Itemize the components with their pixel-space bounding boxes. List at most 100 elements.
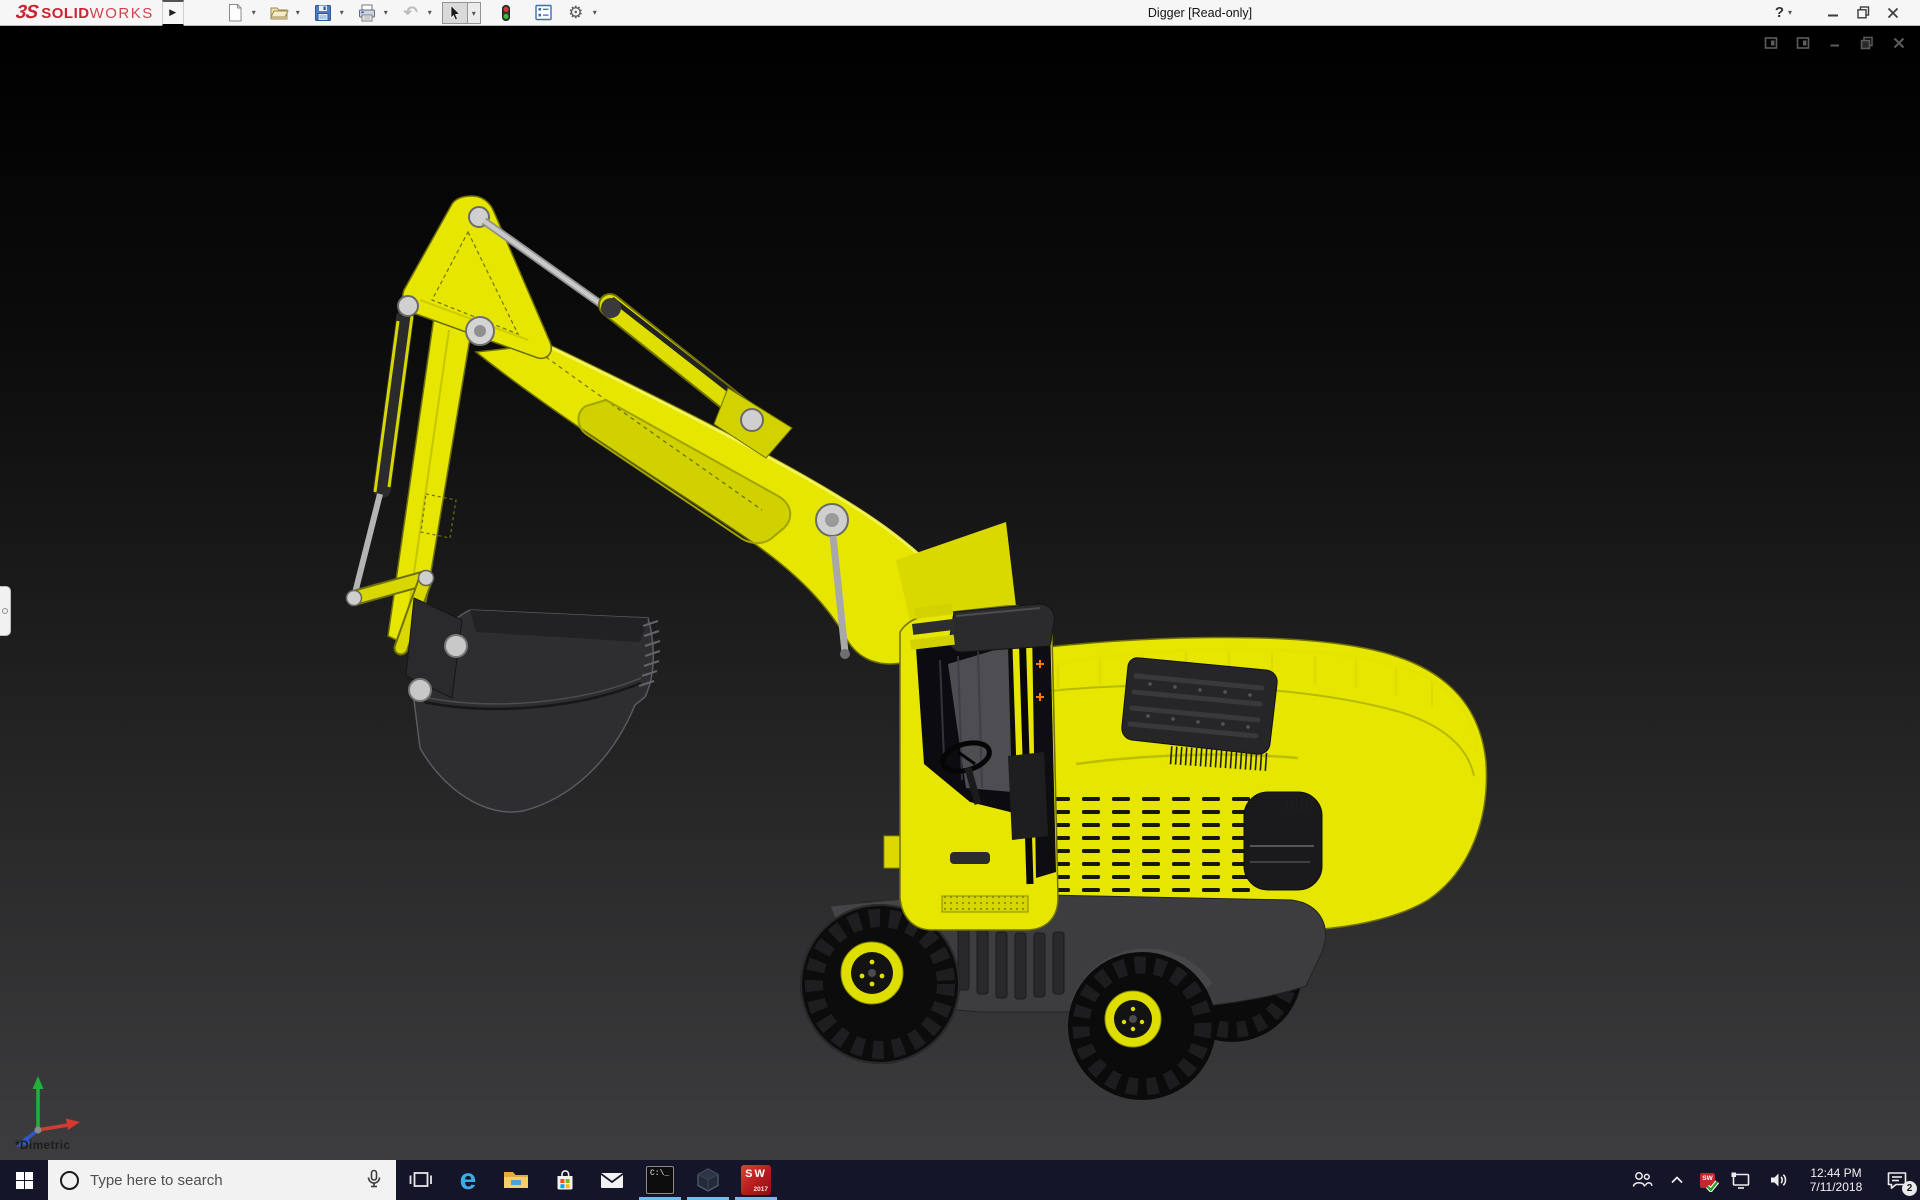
undo-icon: ↶ <box>404 5 418 21</box>
tray-overflow-chevron[interactable] <box>1661 1160 1693 1200</box>
tray-date: 7/11/2018 <box>1810 1180 1863 1194</box>
open-button[interactable] <box>266 2 292 24</box>
help-button[interactable]: ? ▾ <box>1775 2 1796 24</box>
solidworks-logo: 3S SOLIDWORKS <box>0 2 162 24</box>
windows-logo-icon <box>16 1172 33 1189</box>
solidworks-icon: SW 2017 <box>741 1165 771 1195</box>
3d-viewer-icon <box>694 1166 722 1194</box>
file-explorer-icon <box>501 1165 531 1195</box>
gear-icon: ⚙ <box>568 5 583 21</box>
undo-button[interactable]: ↶ <box>398 2 424 24</box>
select-tool-button[interactable] <box>442 2 468 24</box>
solidworks-app: 3S SOLIDWORKS ▶ ▾ ▾ ▾ ▾ <box>0 0 1920 1200</box>
help-caret: ▾ <box>1784 2 1796 24</box>
solidworks-tray-icon: SW <box>1700 1173 1715 1188</box>
flyout-arrow-icon <box>2 608 8 614</box>
wheel-rear-left <box>1068 952 1216 1100</box>
window-controls: ? ▾ <box>1775 0 1920 26</box>
open-icon <box>269 3 289 23</box>
tray-solidworks-status[interactable]: SW <box>1693 1160 1722 1200</box>
brand-mark: 3S <box>14 2 38 24</box>
windows-taskbar: e C:\_ <box>0 1160 1920 1200</box>
taskbar-app-edge[interactable]: e <box>444 1160 492 1200</box>
excavator-model[interactable] <box>0 26 1920 1160</box>
app-titlebar: 3S SOLIDWORKS ▶ ▾ ▾ ▾ ▾ <box>0 0 1920 26</box>
rebuild-stoplight-button[interactable] <box>493 2 519 24</box>
speaker-icon <box>1767 1168 1791 1192</box>
store-icon <box>550 1166 578 1194</box>
doc-restore-icon[interactable] <box>1859 35 1874 50</box>
microphone-icon[interactable] <box>362 1168 386 1192</box>
task-view-button[interactable] <box>396 1160 444 1200</box>
restore-icon <box>1857 6 1870 19</box>
minimize-icon <box>1827 7 1839 19</box>
view-orientation-label: *Dimetric <box>15 1138 70 1152</box>
people-button[interactable] <box>1623 1160 1661 1200</box>
new-document-caret[interactable]: ▾ <box>248 2 260 24</box>
save-icon <box>313 3 333 23</box>
view-settings-button[interactable] <box>531 2 557 24</box>
doc-pane-icon-1[interactable] <box>1763 35 1778 50</box>
toolbar-expand-button[interactable]: ▶ <box>162 0 184 26</box>
open-caret[interactable]: ▾ <box>292 2 304 24</box>
taskbar-app-file-explorer[interactable] <box>492 1160 540 1200</box>
edge-icon: e <box>460 1165 477 1195</box>
undo-caret[interactable]: ▾ <box>424 2 436 24</box>
options-caret[interactable]: ▾ <box>589 2 601 24</box>
mail-icon <box>597 1165 627 1195</box>
document-window-controls <box>1763 35 1906 50</box>
search-input[interactable] <box>90 1172 362 1189</box>
doc-minimize-icon[interactable] <box>1827 35 1842 50</box>
taskbar-app-solidworks[interactable]: SW 2017 <box>732 1160 780 1200</box>
taskbar-app-mail[interactable] <box>588 1160 636 1200</box>
panel-flyout-tab[interactable] <box>0 586 11 636</box>
taskbar-search[interactable] <box>48 1160 396 1200</box>
close-icon <box>1887 7 1899 19</box>
cab <box>900 603 1058 930</box>
action-center-button[interactable]: 2 <box>1874 1160 1920 1200</box>
side-vents <box>1032 790 1258 892</box>
system-tray: SW <box>1623 1160 1920 1200</box>
check-icon <box>1706 1180 1719 1192</box>
select-tool-caret[interactable]: ▾ <box>468 2 481 24</box>
taskbar-app-store[interactable] <box>540 1160 588 1200</box>
taskbar-app-command-prompt[interactable]: C:\_ <box>636 1160 684 1200</box>
new-document-button[interactable] <box>222 2 248 24</box>
y-axis-arrow <box>33 1076 44 1089</box>
close-button[interactable] <box>1878 0 1908 26</box>
tray-time: 12:44 PM <box>1810 1166 1861 1180</box>
stoplight-icon <box>497 4 515 22</box>
cortana-icon <box>60 1171 79 1190</box>
brand-solid: SOLID <box>41 5 89 22</box>
chevron-up-icon <box>1668 1171 1686 1189</box>
doc-pane-icon-2[interactable] <box>1795 35 1810 50</box>
options-button[interactable]: ⚙ <box>563 2 589 24</box>
quick-access-toolbar: ▾ ▾ ▾ ▾ ↶ ▾ ▾ <box>222 0 601 26</box>
print-icon <box>357 3 377 23</box>
notification-badge: 2 <box>1902 1181 1917 1196</box>
start-button[interactable] <box>0 1160 48 1200</box>
brand-works: WORKS <box>90 5 154 22</box>
help-icon: ? <box>1775 4 1784 21</box>
command-prompt-icon: C:\_ <box>646 1166 674 1194</box>
clock[interactable]: 12:44 PM 7/11/2018 <box>1798 1160 1874 1200</box>
view-settings-icon <box>534 3 553 22</box>
x-axis-arrow <box>66 1119 80 1131</box>
network-button[interactable] <box>1722 1160 1760 1200</box>
save-caret[interactable]: ▾ <box>336 2 348 24</box>
restore-button[interactable] <box>1848 0 1878 26</box>
save-button[interactable] <box>310 2 336 24</box>
print-caret[interactable]: ▾ <box>380 2 392 24</box>
task-view-icon <box>407 1167 433 1193</box>
people-icon <box>1630 1168 1654 1192</box>
graphics-viewport[interactable]: *Dimetric <box>0 26 1920 1160</box>
orientation-triad <box>6 1068 96 1148</box>
network-icon <box>1729 1168 1753 1192</box>
print-button[interactable] <box>354 2 380 24</box>
volume-button[interactable] <box>1760 1160 1798 1200</box>
doc-close-icon[interactable] <box>1891 35 1906 50</box>
window-title: Digger [Read-only] <box>1040 0 1360 26</box>
taskbar-app-3d-viewer[interactable] <box>684 1160 732 1200</box>
select-arrow-icon <box>446 4 464 22</box>
minimize-button[interactable] <box>1818 0 1848 26</box>
